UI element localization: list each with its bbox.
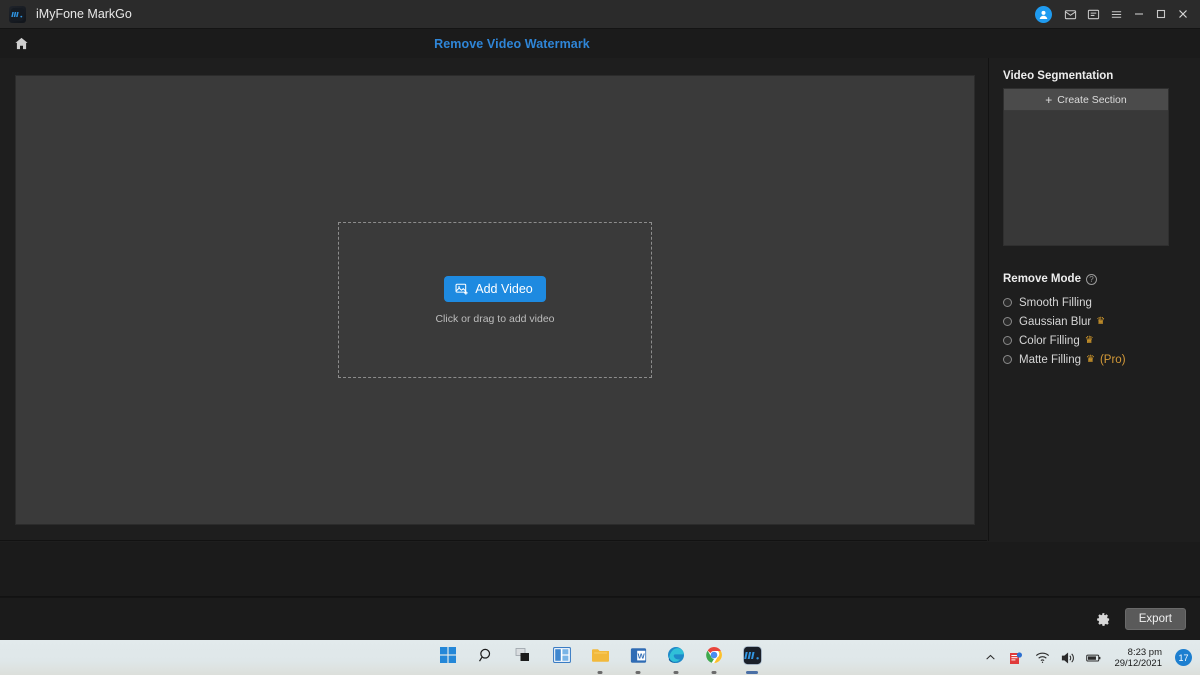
svg-text:W: W [637,651,645,660]
taskbar-clock[interactable]: 8:23 pm 29/12/2021 [1114,647,1162,669]
option-label: Gaussian Blur [1019,315,1092,328]
taskbar-items: W [437,640,763,675]
task-view-button[interactable] [513,647,535,669]
remove-mode-option-color-filling[interactable]: Color Filling ♛ [1003,331,1186,350]
application-window: iMyFone MarkGo Remove Video Watermark Ad… [0,0,1200,675]
close-icon[interactable] [1172,0,1194,29]
content-area: Add Video Click or drag to add video Vid… [0,58,1200,597]
page-header-bar: Remove Video Watermark [0,29,1200,58]
mail-icon[interactable] [1059,0,1082,29]
option-label: Matte Filling [1019,353,1081,366]
title-bar: iMyFone MarkGo [0,0,1200,29]
battery-icon[interactable] [1086,650,1102,666]
chevron-up-icon[interactable] [982,650,998,666]
remove-mode-block: Remove Mode ? Smooth Filling Gaussian Bl… [1003,273,1186,369]
video-preview-canvas[interactable]: Add Video Click or drag to add video [15,75,975,525]
minimize-icon[interactable] [1128,0,1150,29]
option-label: Color Filling [1019,334,1080,347]
search-icon [478,647,495,669]
right-sidebar: Video Segmentation + Create Section Remo… [988,58,1200,541]
add-video-button-label: Add Video [475,281,533,296]
window-controls [1033,0,1200,29]
widgets-button[interactable] [551,647,573,669]
crown-icon: ♛ [1084,335,1094,346]
timeline-strip[interactable] [0,542,1200,597]
file-explorer-button[interactable] [589,647,611,669]
add-video-button[interactable]: Add Video [444,275,546,302]
search-button[interactable] [475,647,497,669]
wifi-icon[interactable] [1034,650,1050,666]
video-segmentation-label: Video Segmentation [1003,70,1114,82]
start-button[interactable] [437,647,459,669]
remove-mode-heading: Remove Mode ? [1003,273,1186,285]
video-stage: Add Video Click or drag to add video [0,58,987,541]
radio-icon[interactable] [1003,355,1012,364]
help-icon[interactable]: ? [1085,273,1097,285]
create-section-label: Create Section [1057,93,1127,106]
edge-button[interactable] [665,647,687,669]
app-title: iMyFone MarkGo [36,7,132,21]
radio-icon[interactable] [1003,298,1012,307]
maximize-icon[interactable] [1150,0,1172,29]
plus-icon: + [1045,92,1053,107]
radio-icon[interactable] [1003,317,1012,326]
video-dropzone[interactable]: Add Video Click or drag to add video [338,222,652,378]
task-view-icon [515,647,533,668]
crown-icon: ♛ [1096,316,1106,327]
remove-mode-options: Smooth Filling Gaussian Blur ♛ Color Fil… [1003,293,1186,369]
windows-logo-icon [439,646,457,669]
clock-date: 29/12/2021 [1114,657,1162,669]
account-avatar-icon[interactable] [1035,5,1052,23]
word-button[interactable]: W [627,647,649,669]
remove-mode-label: Remove Mode [1003,273,1081,285]
feedback-icon[interactable] [1082,0,1105,29]
tray-app-icon[interactable] [1008,650,1024,666]
export-button[interactable]: Export [1124,608,1186,630]
markgo-app-icon [9,5,26,23]
windows-taskbar: W 8:23 pm 29/12/2021 17 [0,640,1200,675]
markgo-app-icon [742,645,762,670]
radio-icon[interactable] [1003,336,1012,345]
crown-icon: ♛ [1086,354,1095,365]
clock-time: 8:23 pm [1127,646,1162,658]
create-section-button[interactable]: + Create Section [1004,89,1168,111]
markgo-button[interactable] [741,645,763,670]
dropzone-hint: Click or drag to add video [435,312,555,325]
system-tray: 8:23 pm 29/12/2021 17 [982,640,1192,675]
edge-icon [667,646,685,669]
remove-mode-option-gaussian-blur[interactable]: Gaussian Blur ♛ [1003,312,1186,331]
remove-mode-option-matte-filling[interactable]: Matte Filling ♛ (Pro) [1003,350,1186,369]
option-label: Smooth Filling [1019,296,1092,309]
remove-mode-option-smooth-filling[interactable]: Smooth Filling [1003,293,1186,312]
chrome-button[interactable] [703,647,725,669]
chrome-icon [705,646,723,669]
widgets-icon [553,647,571,668]
video-segmentation-heading: Video Segmentation [1003,70,1186,82]
notification-badge[interactable]: 17 [1175,649,1192,666]
hamburger-menu-icon[interactable] [1105,0,1128,29]
pro-badge: (Pro) [1099,353,1126,366]
word-icon: W [630,647,647,669]
add-image-icon [455,282,469,296]
speaker-icon[interactable] [1060,650,1076,666]
bottom-toolbar: Export [0,597,1200,640]
folder-icon [591,647,610,668]
video-segmentation-panel: + Create Section [1003,88,1169,246]
page-title: Remove Video Watermark [434,36,590,51]
gear-icon[interactable] [1095,610,1113,628]
